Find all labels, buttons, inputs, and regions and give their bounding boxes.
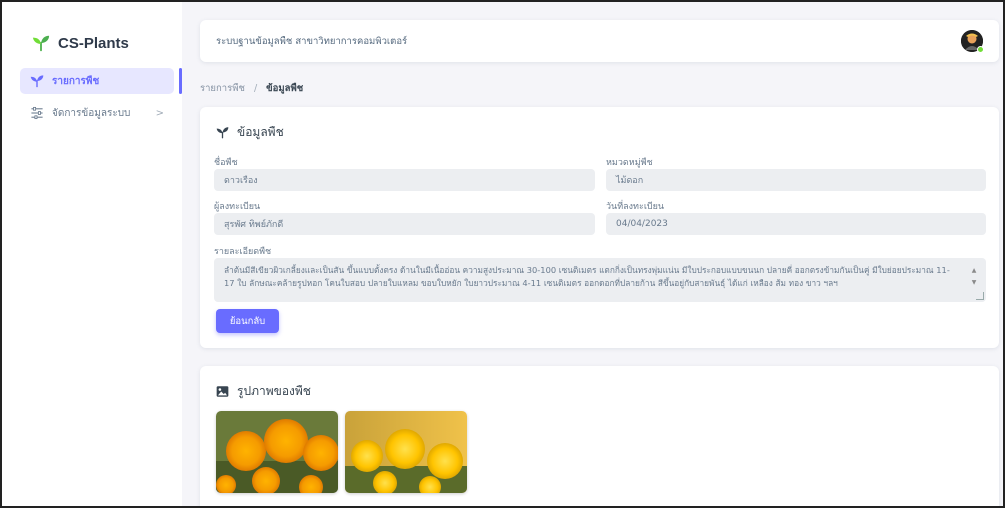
plant-images-card: รูปภาพของพืช [200,366,999,508]
scroll-down-arrow-icon[interactable]: ▼ [970,276,978,289]
registrar-label: ผู้ลงทะเบียน [214,202,261,212]
brand[interactable]: CS-Plants [32,32,129,54]
plant-detail-textarea[interactable]: ลำต้นมีสีเขียวผิวเกลี้ยงและเป็นสัน ขึ้นแ… [214,258,986,302]
brand-name: CS-Plants [58,34,129,52]
sidebar: CS-Plants รายการพืช จัดการข้อมูลระบบ > [2,2,182,506]
sprout-logo-icon [32,35,50,52]
breadcrumb-current: ข้อมูลพืช [266,83,304,94]
sidebar-item-system-management[interactable]: จัดการข้อมูลระบบ > [20,100,174,126]
plant-name-field[interactable]: ดาวเรือง [214,169,595,191]
marigold-photo-2 [345,411,467,493]
sidebar-item-plant-list[interactable]: รายการพืช [20,68,174,94]
sidebar-item-label: จัดการข้อมูลระบบ [52,107,131,119]
back-button[interactable]: ย้อนกลับ [216,309,279,333]
plant-info-title: ข้อมูลพืช [237,125,284,139]
top-navbar: ระบบฐานข้อมูลพืช สาขาวิทยาการคอมพิวเตอร์ [200,20,999,62]
plant-info-header: ข้อมูลพืช [216,123,284,142]
breadcrumb: รายการพืช / ข้อมูลพืช [200,81,303,96]
breadcrumb-separator: / [253,83,258,94]
plant-images-title: รูปภาพของพืช [237,384,311,398]
sliders-icon [31,106,43,120]
register-date-label: วันที่ลงทะเบียน [606,202,665,212]
sidebar-active-indicator [179,68,182,94]
marigold-photo-1 [216,411,338,493]
registrar-field[interactable]: สุรพัศ ทิพย์ภักดี [214,213,595,235]
plant-category-field[interactable]: ไม้ดอก [606,169,986,191]
plant-detail-text: ลำต้นมีสีเขียวผิวเกลี้ยงและเป็นสัน ขึ้นแ… [224,265,950,288]
online-status-dot [977,46,984,53]
sprout-icon [216,127,229,139]
sidebar-item-label: รายการพืช [52,75,100,87]
chevron-right-icon: > [155,107,164,119]
textarea-resize-handle[interactable] [976,292,984,300]
plant-category-label: หมวดหมู่พืช [606,158,653,168]
plant-name-label: ชื่อพืช [214,158,238,168]
sprout-icon [30,75,44,88]
user-avatar[interactable] [961,30,984,53]
navbar-title: ระบบฐานข้อมูลพืช สาขาวิทยาการคอมพิวเตอร์ [216,35,408,47]
sidebar-menu: รายการพืช จัดการข้อมูลระบบ > [20,68,174,132]
plant-photo-1[interactable] [216,411,338,493]
plant-photo-2[interactable] [345,411,467,493]
register-date-field[interactable]: 04/04/2023 [606,213,986,235]
image-icon [216,386,229,397]
plant-info-card: ข้อมูลพืช ชื่อพืช ดาวเรือง หมวดหมู่พืช ไ… [200,107,999,348]
breadcrumb-link-plant-list[interactable]: รายการพืช [200,83,245,94]
plant-detail-label: รายละเอียดพืช [214,247,272,257]
plant-images-header: รูปภาพของพืช [216,382,311,401]
